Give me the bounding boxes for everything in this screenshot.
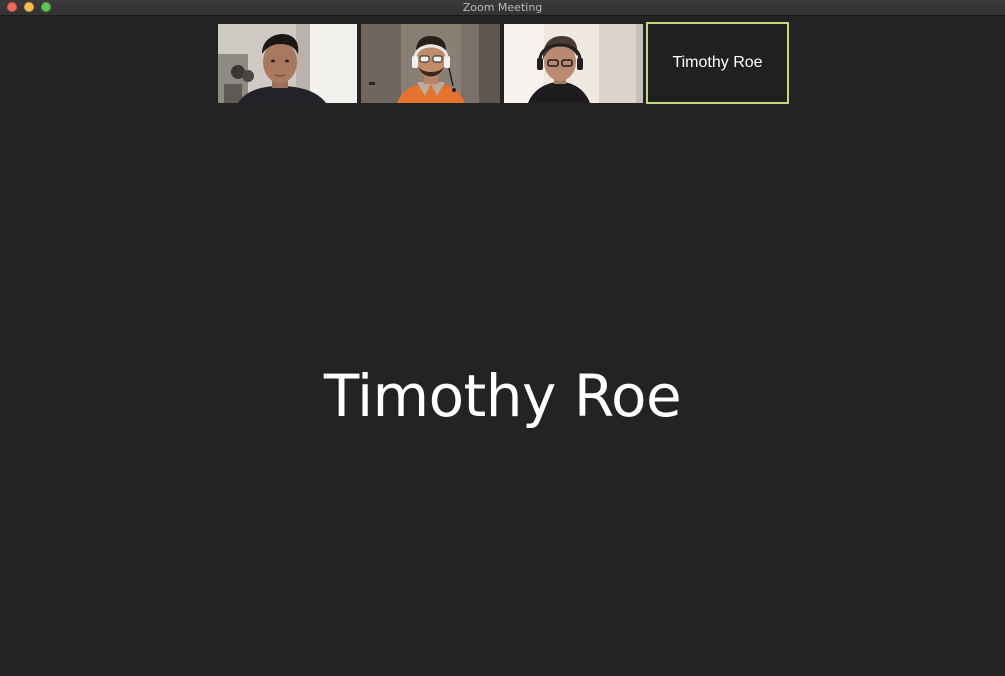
active-speaker-name: Timothy Roe xyxy=(323,362,682,430)
window-title: Zoom Meeting xyxy=(462,1,543,14)
participant-video-feed xyxy=(504,24,643,103)
participant-video-feed xyxy=(218,24,357,103)
participant-video-feed xyxy=(361,24,500,103)
participant-name: Timothy Roe xyxy=(672,54,763,71)
participant-video-tile[interactable] xyxy=(361,24,500,103)
participant-video-tile[interactable] xyxy=(504,24,643,103)
zoom-meeting-window: Zoom Meeting Timothy Roe Timothy Roe xyxy=(0,0,1005,676)
participant-video-tile[interactable] xyxy=(218,24,357,103)
participant-name-tile[interactable]: Timothy Roe xyxy=(646,22,789,104)
title-bar[interactable]: Zoom Meeting xyxy=(0,0,1005,16)
